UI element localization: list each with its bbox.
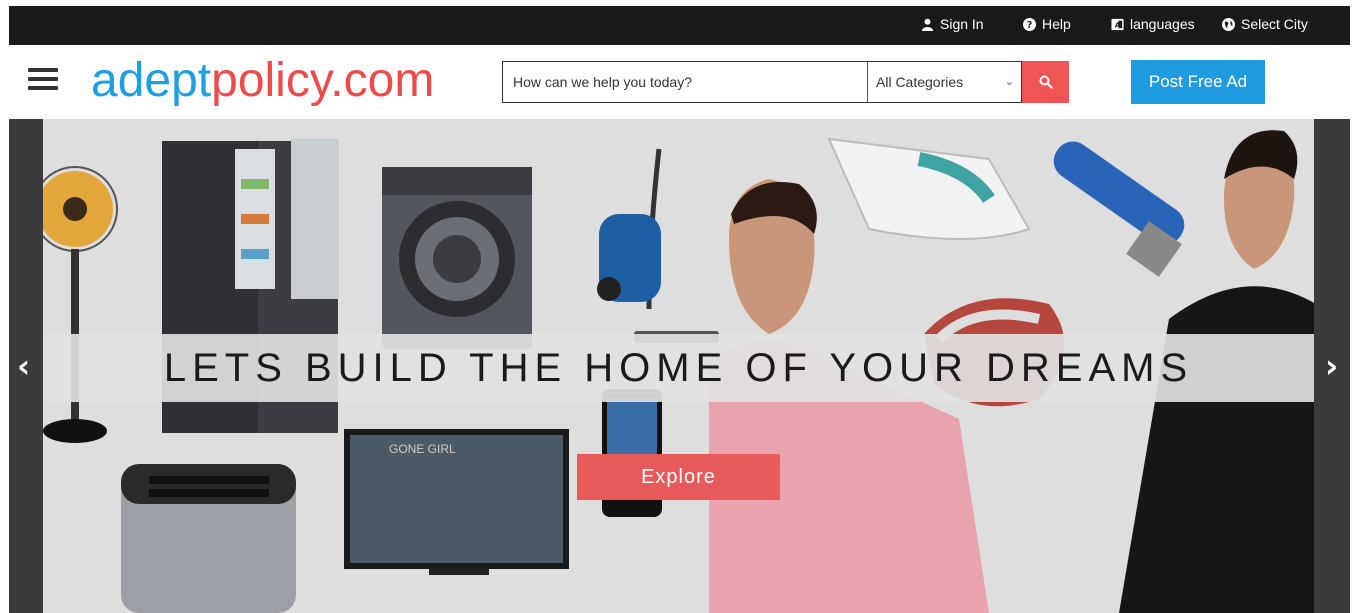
carousel-prev-button[interactable]: ‹ [9,119,43,613]
help-link[interactable]: ? Help [1023,16,1071,32]
chevron-down-icon: ⌄ [1004,76,1014,88]
search-input[interactable] [502,61,868,103]
post-free-ad-button[interactable]: Post Free Ad [1131,60,1265,104]
washing-machine-illustration [382,167,532,349]
logo-part-2: policy.com [211,54,435,107]
chevron-right-icon: › [1325,347,1339,385]
sign-in-label: Sign In [940,16,984,32]
svg-text:?: ? [1027,20,1032,31]
category-selected-label: All Categories [876,74,964,90]
chevron-left-icon: ‹ [17,347,31,385]
menu-icon[interactable] [28,68,58,92]
carousel-next-button[interactable]: › [1314,119,1350,613]
tv-title-text: GONE GIRL [389,442,456,456]
television-illustration: GONE GIRL [344,429,569,575]
select-city-link[interactable]: Select City [1222,16,1308,32]
languages-label: languages [1130,16,1195,32]
search-icon [1039,75,1053,89]
hero-headline: LETS BUILD THE HOME OF YOUR DREAMS [163,345,1194,390]
language-icon: A [1111,18,1124,30]
logo-part-1: adept [91,54,212,107]
hero-banner: LETS BUILD THE HOME OF YOUR DREAMS [43,334,1314,402]
explore-button[interactable]: Explore [577,454,780,500]
page-frame: Sign In ? Help A languages Select City a… [9,6,1350,613]
help-label: Help [1042,16,1071,32]
toaster-illustration [121,464,296,613]
site-logo[interactable]: adeptpolicy.com [91,57,434,105]
user-icon [921,18,934,31]
globe-icon [1222,17,1235,31]
top-bar: Sign In ? Help A languages Select City [9,6,1350,45]
sign-in-link[interactable]: Sign In [921,16,984,32]
question-circle-icon: ? [1023,17,1036,31]
header: adeptpolicy.com All Categories ⌄ Post Fr… [9,45,1350,119]
hero-carousel: GONE GIRL ‹ › LETS BUILD THE HOME OF YOU… [9,119,1350,613]
search-button[interactable] [1022,61,1069,103]
select-city-label: Select City [1241,16,1308,32]
category-select[interactable]: All Categories ⌄ [867,61,1022,103]
languages-link[interactable]: A languages [1111,16,1195,32]
